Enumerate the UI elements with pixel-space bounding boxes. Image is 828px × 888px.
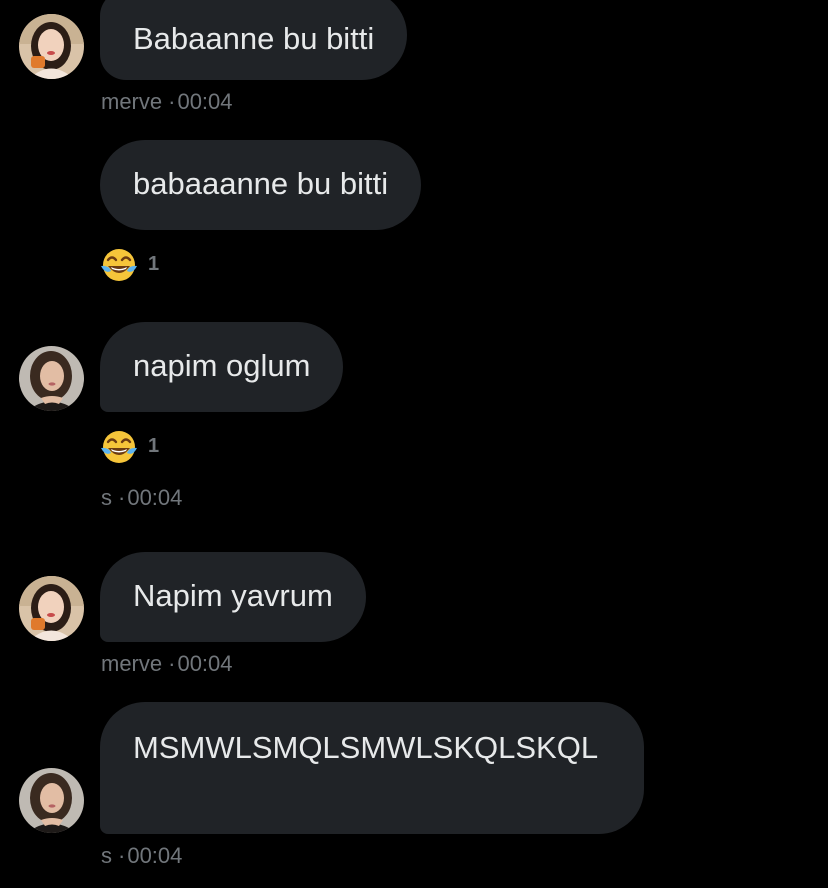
reaction[interactable]: 1	[99, 244, 159, 284]
reaction[interactable]: 1	[99, 426, 159, 466]
timestamp: 00:04	[177, 89, 233, 114]
message-text: MSMWLSMQLSMWLSKQLSKQL	[133, 730, 599, 765]
reaction-count: 1	[148, 252, 160, 275]
sender-name[interactable]: merve	[101, 89, 162, 114]
message-meta: merve ·00:04	[101, 651, 233, 677]
message-text: babaaanne bu bitti	[133, 166, 389, 201]
message-text: Napim yavrum	[133, 578, 333, 613]
sender-name[interactable]: merve	[101, 651, 162, 676]
message-text: napim oglum	[133, 348, 311, 383]
merve-avatar[interactable]	[19, 576, 84, 641]
reaction-count: 1	[148, 434, 160, 457]
timestamp: 00:04	[177, 651, 233, 676]
s-avatar[interactable]	[19, 346, 84, 411]
message-bubble[interactable]: Babaanne bu bitti	[100, 0, 408, 80]
face-with-tears-of-joy-icon	[99, 244, 139, 284]
message-bubble[interactable]: Napim yavrum	[100, 552, 366, 642]
timestamp: 00:04	[127, 843, 183, 868]
meta-separator: ·	[118, 843, 126, 868]
merve-avatar[interactable]	[19, 14, 84, 79]
sender-name[interactable]: s	[101, 485, 112, 510]
message-bubble[interactable]: napim oglum	[100, 322, 344, 412]
meta-separator: ·	[168, 651, 176, 676]
message-text: Babaanne bu bitti	[133, 21, 375, 56]
message-meta: s ·00:04	[101, 485, 182, 511]
message-bubble[interactable]: MSMWLSMQLSMWLSKQLSKQL	[100, 702, 644, 834]
face-with-tears-of-joy-icon	[99, 426, 139, 466]
sender-name[interactable]: s	[101, 843, 112, 868]
message-bubble[interactable]: babaaanne bu bitti	[100, 140, 422, 230]
message-meta: s ·00:04	[101, 843, 182, 869]
s-avatar[interactable]	[19, 768, 84, 833]
meta-separator: ·	[118, 485, 126, 510]
message-meta: merve ·00:04	[101, 89, 233, 115]
timestamp: 00:04	[127, 485, 183, 510]
meta-separator: ·	[168, 89, 176, 114]
